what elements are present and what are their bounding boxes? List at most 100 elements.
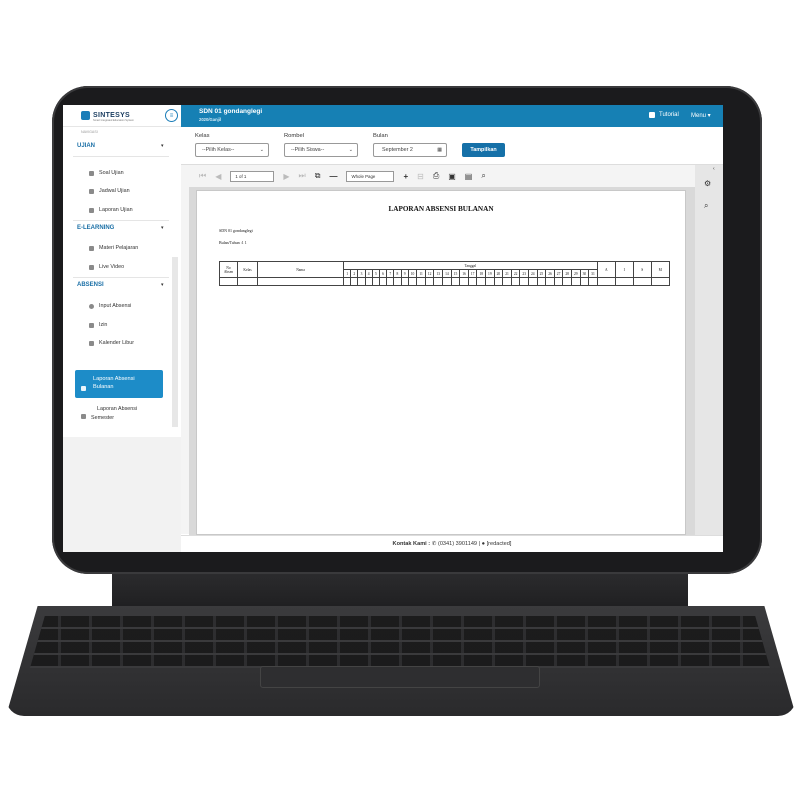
day-header: 20: [493, 269, 504, 278]
bulan-month-input[interactable]: September 2 ▦: [373, 143, 447, 157]
day-header: 14: [442, 269, 452, 278]
book-icon: [89, 245, 94, 251]
day-header: 11: [416, 269, 426, 278]
sidebar-item-laporan-absensi-bulanan[interactable]: Laporan Absensi Bulanan: [75, 370, 163, 398]
day-header: 16: [459, 269, 469, 278]
day-header: 4: [364, 269, 373, 278]
chevron-down-icon: ⌄: [259, 147, 264, 153]
export-icon[interactable]: ⊟: [417, 172, 424, 181]
table-cell: [357, 277, 366, 286]
tutorial-checkbox[interactable]: [649, 112, 655, 118]
caret-down-icon[interactable]: ▾: [161, 282, 164, 288]
zoom-select[interactable]: Whole Page: [346, 170, 395, 182]
table-cell: [393, 277, 402, 286]
rombel-label: Rombel: [284, 133, 304, 139]
sidebar: NAVIGASI UJIAN ▾ Soal Ujian Jadwal Ujian…: [63, 127, 181, 437]
phone-number: (0341) 3901149: [437, 541, 478, 547]
table-cell: [237, 277, 258, 286]
home-icon: [89, 322, 94, 328]
rombel-select[interactable]: --Pilih Siswa-- ⌄: [284, 143, 358, 157]
day-header: 27: [553, 269, 564, 278]
report-title: LAPORAN ABSENSI BULANAN: [388, 205, 494, 213]
table-cell: [632, 277, 652, 286]
report-month: Bulan/Tahun :1 1: [219, 240, 247, 245]
tampilkan-button[interactable]: Tampilkan: [462, 143, 505, 157]
col-tanggal: Tanggal: [343, 261, 598, 270]
table-cell: [510, 277, 521, 286]
trackpad: [260, 666, 540, 688]
file-icon: [81, 386, 86, 391]
day-header: 13: [433, 269, 444, 278]
search-icon[interactable]: ⌕: [704, 201, 708, 211]
sidebar-item-laporan-absensi-semester[interactable]: Laporan Absensi Semester: [81, 405, 137, 423]
clock-icon: [89, 303, 94, 309]
gear-icon[interactable]: ⚙: [704, 179, 711, 188]
sidebar-item-live-video[interactable]: Live Video: [89, 264, 124, 270]
section-ujian[interactable]: UJIAN: [77, 143, 95, 149]
table-cell: [536, 277, 547, 286]
col-nama: Nama: [257, 261, 344, 278]
tutorial-toggle[interactable]: Tutorial: [649, 112, 679, 118]
file-icon: [89, 207, 94, 213]
day-header: 17: [467, 269, 478, 278]
day-header: 22: [510, 269, 521, 278]
sidebar-item-soal-ujian[interactable]: Soal Ujian: [89, 170, 124, 176]
page-select[interactable]: 1 of 1: [230, 170, 275, 182]
day-header: 8: [393, 269, 402, 278]
day-header: 25: [536, 269, 547, 278]
print-layout-icon[interactable]: ▣: [448, 172, 456, 181]
sidebar-scrollbar[interactable]: [172, 257, 178, 427]
kelas-select[interactable]: --Pilih Kelas-- ⌄: [195, 143, 269, 157]
sidebar-item-kalender-libur[interactable]: Kalender Libur: [89, 340, 134, 346]
sidebar-item-izin[interactable]: Izin: [89, 322, 107, 328]
file-icon: [81, 414, 86, 419]
sidebar-item-jadwal-ujian[interactable]: Jadwal Ujian: [89, 188, 130, 194]
search-icon[interactable]: ⌕: [481, 171, 485, 181]
fit-page-icon[interactable]: ⧉: [315, 171, 321, 181]
day-header: 7: [386, 269, 395, 278]
table-cell: [570, 277, 581, 286]
col-s: S: [632, 261, 652, 278]
tutorial-label: Tutorial: [659, 112, 679, 118]
school-name: SDN 01 gondanglegi: [199, 108, 263, 115]
section-e-learning[interactable]: E-LEARNING: [77, 225, 114, 231]
table-cell: [342, 277, 352, 286]
section-absensi[interactable]: ABSENSI: [77, 282, 104, 288]
table-cell: [467, 277, 478, 286]
phone-icon: ✆: [431, 541, 437, 547]
video-icon: [89, 264, 94, 270]
sidebar-item-materi-pelajaran[interactable]: Materi Pelajaran: [89, 245, 138, 251]
day-header: 9: [400, 269, 409, 278]
zoom-out-icon[interactable]: —: [329, 172, 337, 181]
report-page-area: LAPORAN ABSENSI BULANAN SDN 01 gondangle…: [189, 187, 695, 535]
table-cell: [485, 277, 495, 286]
first-page-icon[interactable]: ⏮: [199, 171, 206, 181]
last-page-icon[interactable]: ⏭: [299, 171, 306, 181]
bulan-label: Bulan: [373, 133, 388, 139]
brand-tagline: Smart Integrated Education System: [93, 119, 134, 122]
table-cell: [219, 277, 238, 286]
zoom-in-icon[interactable]: +: [403, 172, 408, 181]
chevron-down-icon: ⌄: [348, 147, 353, 153]
menu-dropdown[interactable]: Menu ▾: [691, 112, 711, 119]
table-cell: [257, 277, 344, 286]
chevron-left-icon[interactable]: ‹: [713, 166, 715, 172]
day-header: 23: [519, 269, 529, 278]
sidebar-item-laporan-ujian[interactable]: Laporan Ujian: [89, 207, 133, 213]
print-icon[interactable]: ⎙: [433, 171, 439, 181]
calendar-icon[interactable]: ▦: [437, 147, 442, 153]
hamburger-menu-icon[interactable]: ≡: [165, 109, 178, 122]
sidebar-item-input-absensi[interactable]: Input Absensi: [89, 303, 131, 309]
caret-down-icon[interactable]: ▾: [161, 225, 164, 231]
day-header: 31: [588, 269, 598, 278]
save-export-icon[interactable]: ▤: [465, 172, 473, 181]
table-cell: [528, 277, 538, 286]
table-cell: [614, 277, 634, 286]
nav-label: NAVIGASI: [81, 130, 98, 134]
day-header: 12: [424, 269, 435, 278]
next-page-icon[interactable]: ▶: [283, 172, 289, 181]
day-header: 1: [342, 269, 352, 278]
table-cell: [378, 277, 388, 286]
prev-page-icon[interactable]: ◀: [215, 172, 221, 181]
caret-down-icon[interactable]: ▾: [161, 143, 164, 149]
